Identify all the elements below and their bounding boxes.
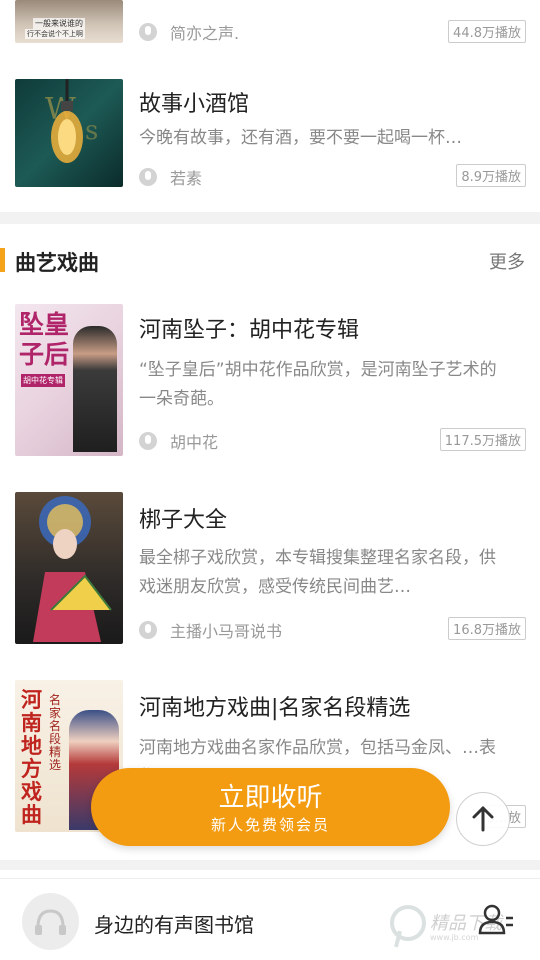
section-title: 曲艺戏曲 <box>15 251 99 275</box>
author-name: 若素 <box>170 169 203 188</box>
album-cover: W s <box>15 79 123 187</box>
user-button[interactable] <box>476 901 516 941</box>
player-disc[interactable] <box>22 893 79 950</box>
album-title: 梆子大全 <box>139 508 228 533</box>
opera-performer-image <box>33 496 112 642</box>
album-cover <box>15 492 123 644</box>
watermark-url: www.jb.com <box>430 933 479 942</box>
author: 主播小马哥说书 <box>139 618 282 642</box>
more-link[interactable]: 更多 <box>489 248 525 274</box>
cover-subtitle: 胡中花专辑 <box>21 374 65 387</box>
author-name: 简亦之声. <box>170 24 240 43</box>
section-divider <box>0 860 540 870</box>
lightbulb-icon: W s <box>45 79 98 163</box>
audio-item-partial[interactable]: 一般来说谁的 行不会说个不上啊 简亦之声. 44.8万播放 <box>0 0 540 50</box>
cover-subtitle: 名家名段精选 <box>49 693 62 772</box>
album-description: 今晚有故事，还有酒，要不要一起喝一杯… <box>139 128 462 148</box>
microphone-icon <box>139 432 157 450</box>
play-count-badge: 117.5万播放 <box>439 428 526 451</box>
section-header: 曲艺戏曲 更多 <box>0 240 540 284</box>
author-name: 胡中花 <box>170 433 219 452</box>
mini-player-bar[interactable]: 身边的有声图书馆 精品下载 www.jb.com <box>0 878 540 960</box>
album-title: 河南地方戏曲|名家名段精选 <box>139 696 411 721</box>
album-item[interactable]: 坠皇子后 胡中花专辑 河南坠子：胡中花专辑 “坠子皇后”胡中花作品欣赏，是河南坠… <box>0 296 540 466</box>
album-title: 故事小酒馆 <box>139 92 250 117</box>
cta-sub-label: 新人免费领会员 <box>210 816 330 834</box>
author: 若素 <box>139 165 202 189</box>
author-name: 主播小马哥说书 <box>170 622 283 641</box>
cover-caption: 行不会说个不上啊 <box>25 29 85 39</box>
back-to-top-button[interactable] <box>456 792 510 846</box>
microphone-icon <box>139 621 157 639</box>
author: 胡中花 <box>139 429 218 453</box>
audio-item[interactable]: W s 故事小酒馆 今晚有故事，还有酒，要不要一起喝一杯… 若素 8.9万播放 <box>0 70 540 200</box>
album-cover: 一般来说谁的 行不会说个不上啊 <box>15 0 123 43</box>
microphone-icon <box>139 168 157 186</box>
listen-now-button[interactable]: 立即收听 新人免费领会员 <box>91 768 450 846</box>
cover-title: 河南地方戏曲 <box>21 687 42 827</box>
album-description: “坠子皇后”胡中花作品欣赏，是河南坠子艺术的一朵奇葩。 <box>139 360 497 409</box>
section-accent-bar <box>0 248 5 272</box>
player-title: 身边的有声图书馆 <box>94 913 254 937</box>
performer-photo <box>73 326 117 452</box>
microphone-icon <box>139 23 157 41</box>
author: 简亦之声. <box>139 20 239 44</box>
watermark-logo-icon <box>390 905 426 948</box>
play-count-badge: 16.8万播放 <box>448 617 526 640</box>
watermark: 精品下载 www.jb.com <box>388 899 502 955</box>
play-count-badge: 8.9万播放 <box>456 164 526 187</box>
album-description: 最全梆子戏欣赏，本专辑搜集整理名家名段，供戏迷朋友欣赏，感受传统民间曲艺… <box>139 548 496 597</box>
album-cover: 坠皇子后 胡中花专辑 <box>15 304 123 456</box>
section-divider <box>0 212 540 224</box>
arrow-up-icon <box>472 806 494 832</box>
album-title: 河南坠子：胡中花专辑 <box>139 318 360 343</box>
svg-text:s: s <box>85 116 98 146</box>
headphones-icon <box>35 909 66 935</box>
cover-title: 坠皇子后 <box>19 310 70 369</box>
cover-caption: 一般来说谁的 <box>33 18 85 29</box>
play-count-badge: 44.8万播放 <box>448 20 526 43</box>
album-item[interactable]: 梆子大全 最全梆子戏欣赏，本专辑搜集整理名家名段，供戏迷朋友欣赏，感受传统民间曲… <box>0 484 540 654</box>
user-icon <box>478 904 513 935</box>
cta-main-label: 立即收听 <box>218 783 323 813</box>
